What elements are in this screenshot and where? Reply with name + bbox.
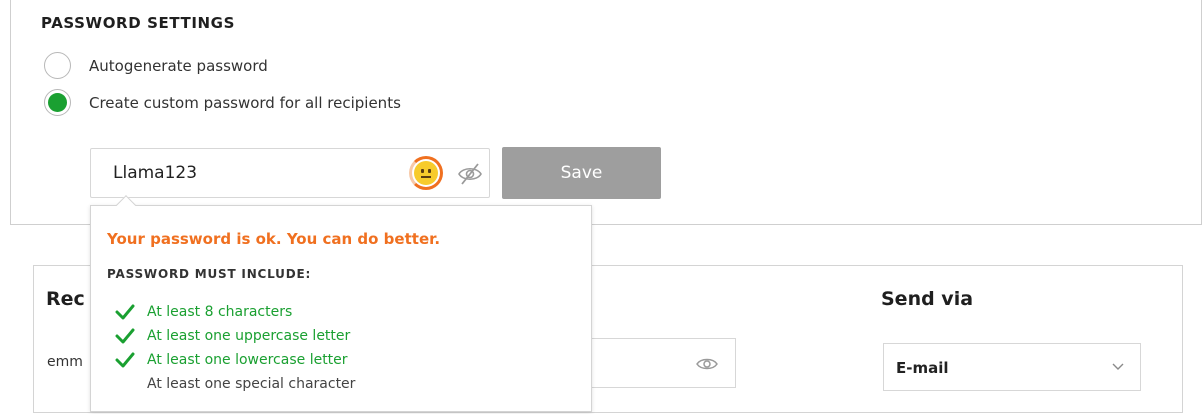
check-icon — [115, 328, 135, 344]
send-via-heading: Send via — [881, 288, 974, 310]
strength-message: Your password is ok. You can do better. — [107, 230, 441, 248]
rule-spacer — [115, 376, 135, 392]
send-via-value: E-mail — [896, 359, 949, 377]
recipients-heading: Rec — [46, 288, 85, 310]
section-title: PASSWORD SETTINGS — [41, 14, 235, 32]
radio-label: Create custom password for all recipient… — [89, 93, 401, 112]
send-via-select[interactable]: E-mail — [883, 343, 1141, 391]
radio-button[interactable] — [44, 52, 71, 79]
chevron-down-icon — [1112, 363, 1124, 370]
radio-label: Autogenerate password — [89, 56, 268, 75]
rule-item: At least 8 characters — [115, 304, 292, 320]
password-strength-popover: Your password is ok. You can do better. … — [90, 195, 592, 412]
neutral-face-icon — [409, 156, 443, 190]
rule-item: At least one uppercase letter — [115, 328, 350, 344]
radio-option-custom[interactable]: Create custom password for all recipient… — [44, 89, 401, 116]
check-icon — [115, 352, 135, 368]
rules-title: PASSWORD MUST INCLUDE: — [107, 267, 312, 281]
password-value[interactable]: Llama123 — [113, 163, 197, 183]
emoji-face — [414, 161, 438, 185]
rule-text: At least one uppercase letter — [147, 328, 351, 344]
radio-option-autogenerate[interactable]: Autogenerate password — [44, 52, 268, 79]
rule-text: At least one lowercase letter — [147, 352, 348, 368]
rule-item: At least one special character — [115, 376, 355, 392]
check-icon — [115, 304, 135, 320]
password-input[interactable]: Llama123 — [90, 148, 490, 198]
eye-off-icon[interactable] — [456, 162, 484, 186]
rule-text: At least 8 characters — [147, 304, 293, 320]
rule-item: At least one lowercase letter — [115, 352, 348, 368]
rule-text: At least one special character — [147, 376, 356, 392]
recipient-email: emm — [47, 354, 83, 370]
save-button[interactable]: Save — [502, 147, 661, 199]
eye-icon[interactable] — [695, 355, 719, 373]
radio-button-checked[interactable] — [44, 89, 71, 116]
